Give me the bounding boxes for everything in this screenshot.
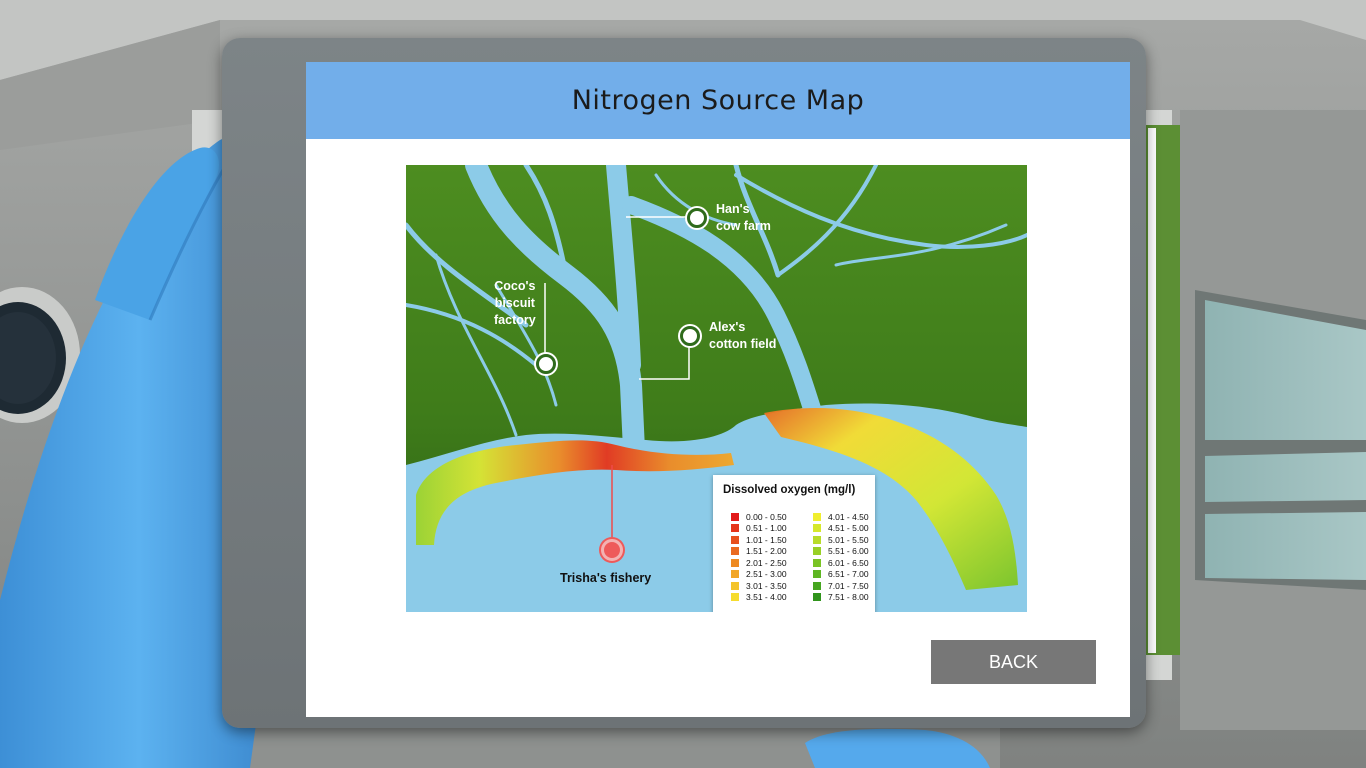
legend-swatch — [731, 524, 739, 532]
legend-swatch — [813, 524, 821, 532]
legend-title: Dissolved oxygen (mg/l) — [723, 484, 856, 496]
legend-range: 0.51 - 1.00 — [746, 523, 787, 533]
legend-item: 4.51 - 5.00 — [813, 523, 869, 534]
legend-swatch — [813, 570, 821, 578]
hans-farm-label: Han's cow farm — [716, 202, 771, 233]
alex-field-label: Alex's cotton field — [709, 320, 777, 351]
hans-farm-marker-icon[interactable] — [687, 208, 707, 228]
header-bar: Nitrogen Source Map — [306, 62, 1130, 139]
legend-swatch — [731, 535, 739, 544]
tablet-screen: Nitrogen Source Map Han's cow farm Coco'… — [306, 62, 1130, 717]
legend-swatch — [731, 512, 739, 521]
legend-item: 2.01 - 2.50 — [731, 557, 787, 568]
oxygen-legend: Dissolved oxygen (mg/l) 0.00 - 0.50 0.51 … — [713, 475, 875, 612]
trisha-fishery-label: Trisha's fishery — [560, 571, 652, 585]
legend-range: 2.51 - 3.00 — [746, 569, 787, 579]
legend-item: 6.51 - 7.00 — [813, 569, 869, 580]
legend-swatch — [731, 593, 739, 601]
legend-item: 1.01 - 1.50 — [731, 534, 787, 545]
legend-range: 6.51 - 7.00 — [828, 569, 869, 579]
legend-swatch — [813, 547, 821, 555]
legend-swatch — [731, 581, 739, 590]
alex-field-marker-icon[interactable] — [680, 326, 700, 346]
legend-range: 7.51 - 8.00 — [828, 592, 869, 602]
legend-item: 1.51 - 2.00 — [731, 546, 787, 557]
legend-item: 7.51 - 8.00 — [813, 592, 869, 603]
back-button[interactable]: BACK — [931, 640, 1096, 684]
legend-item: 2.51 - 3.00 — [731, 569, 787, 580]
legend-item: 3.51 - 4.00 — [731, 592, 787, 603]
legend-range: 1.51 - 2.00 — [746, 546, 787, 556]
legend-range: 5.51 - 6.00 — [828, 546, 869, 556]
legend-swatch — [813, 558, 821, 567]
coco-factory-marker-icon[interactable] — [536, 354, 556, 374]
legend-range: 1.01 - 1.50 — [746, 534, 787, 545]
legend-item: 3.01 - 3.50 — [731, 580, 787, 591]
trisha-fishery-marker-icon[interactable] — [601, 539, 623, 561]
legend-item: 0.51 - 1.00 — [731, 523, 787, 534]
legend-range: 4.01 - 4.50 — [828, 511, 869, 522]
legend-range: 3.01 - 3.50 — [746, 580, 787, 591]
legend-swatch — [813, 535, 821, 544]
legend-range: 0.00 - 0.50 — [746, 511, 787, 522]
legend-swatch — [731, 570, 739, 578]
nitrogen-map: Han's cow farm Coco's biscuit factory Al… — [406, 165, 1027, 612]
legend-item: 6.01 - 6.50 — [813, 557, 869, 568]
legend-swatch — [813, 512, 821, 521]
legend-range: 4.51 - 5.00 — [828, 523, 869, 533]
coco-factory-label: Coco's biscuit factory — [494, 279, 536, 327]
legend-swatch — [731, 547, 739, 555]
legend-item: 0.00 - 0.50 — [731, 511, 787, 522]
legend-swatch — [813, 581, 821, 590]
page-title: Nitrogen Source Map — [571, 85, 865, 116]
legend-swatch — [731, 558, 739, 567]
legend-item: 5.51 - 6.00 — [813, 546, 869, 557]
legend-range: 7.01 - 7.50 — [828, 580, 869, 591]
legend-item: 5.01 - 5.50 — [813, 534, 869, 545]
legend-swatch — [813, 593, 821, 601]
legend-item: 4.01 - 4.50 — [813, 511, 869, 522]
legend-range: 2.01 - 2.50 — [746, 557, 787, 568]
legend-range: 6.01 - 6.50 — [828, 557, 869, 568]
right-glove — [805, 728, 990, 768]
legend-range: 5.01 - 5.50 — [828, 534, 869, 545]
legend-range: 3.51 - 4.00 — [746, 592, 787, 602]
legend-item: 7.01 - 7.50 — [813, 580, 869, 591]
